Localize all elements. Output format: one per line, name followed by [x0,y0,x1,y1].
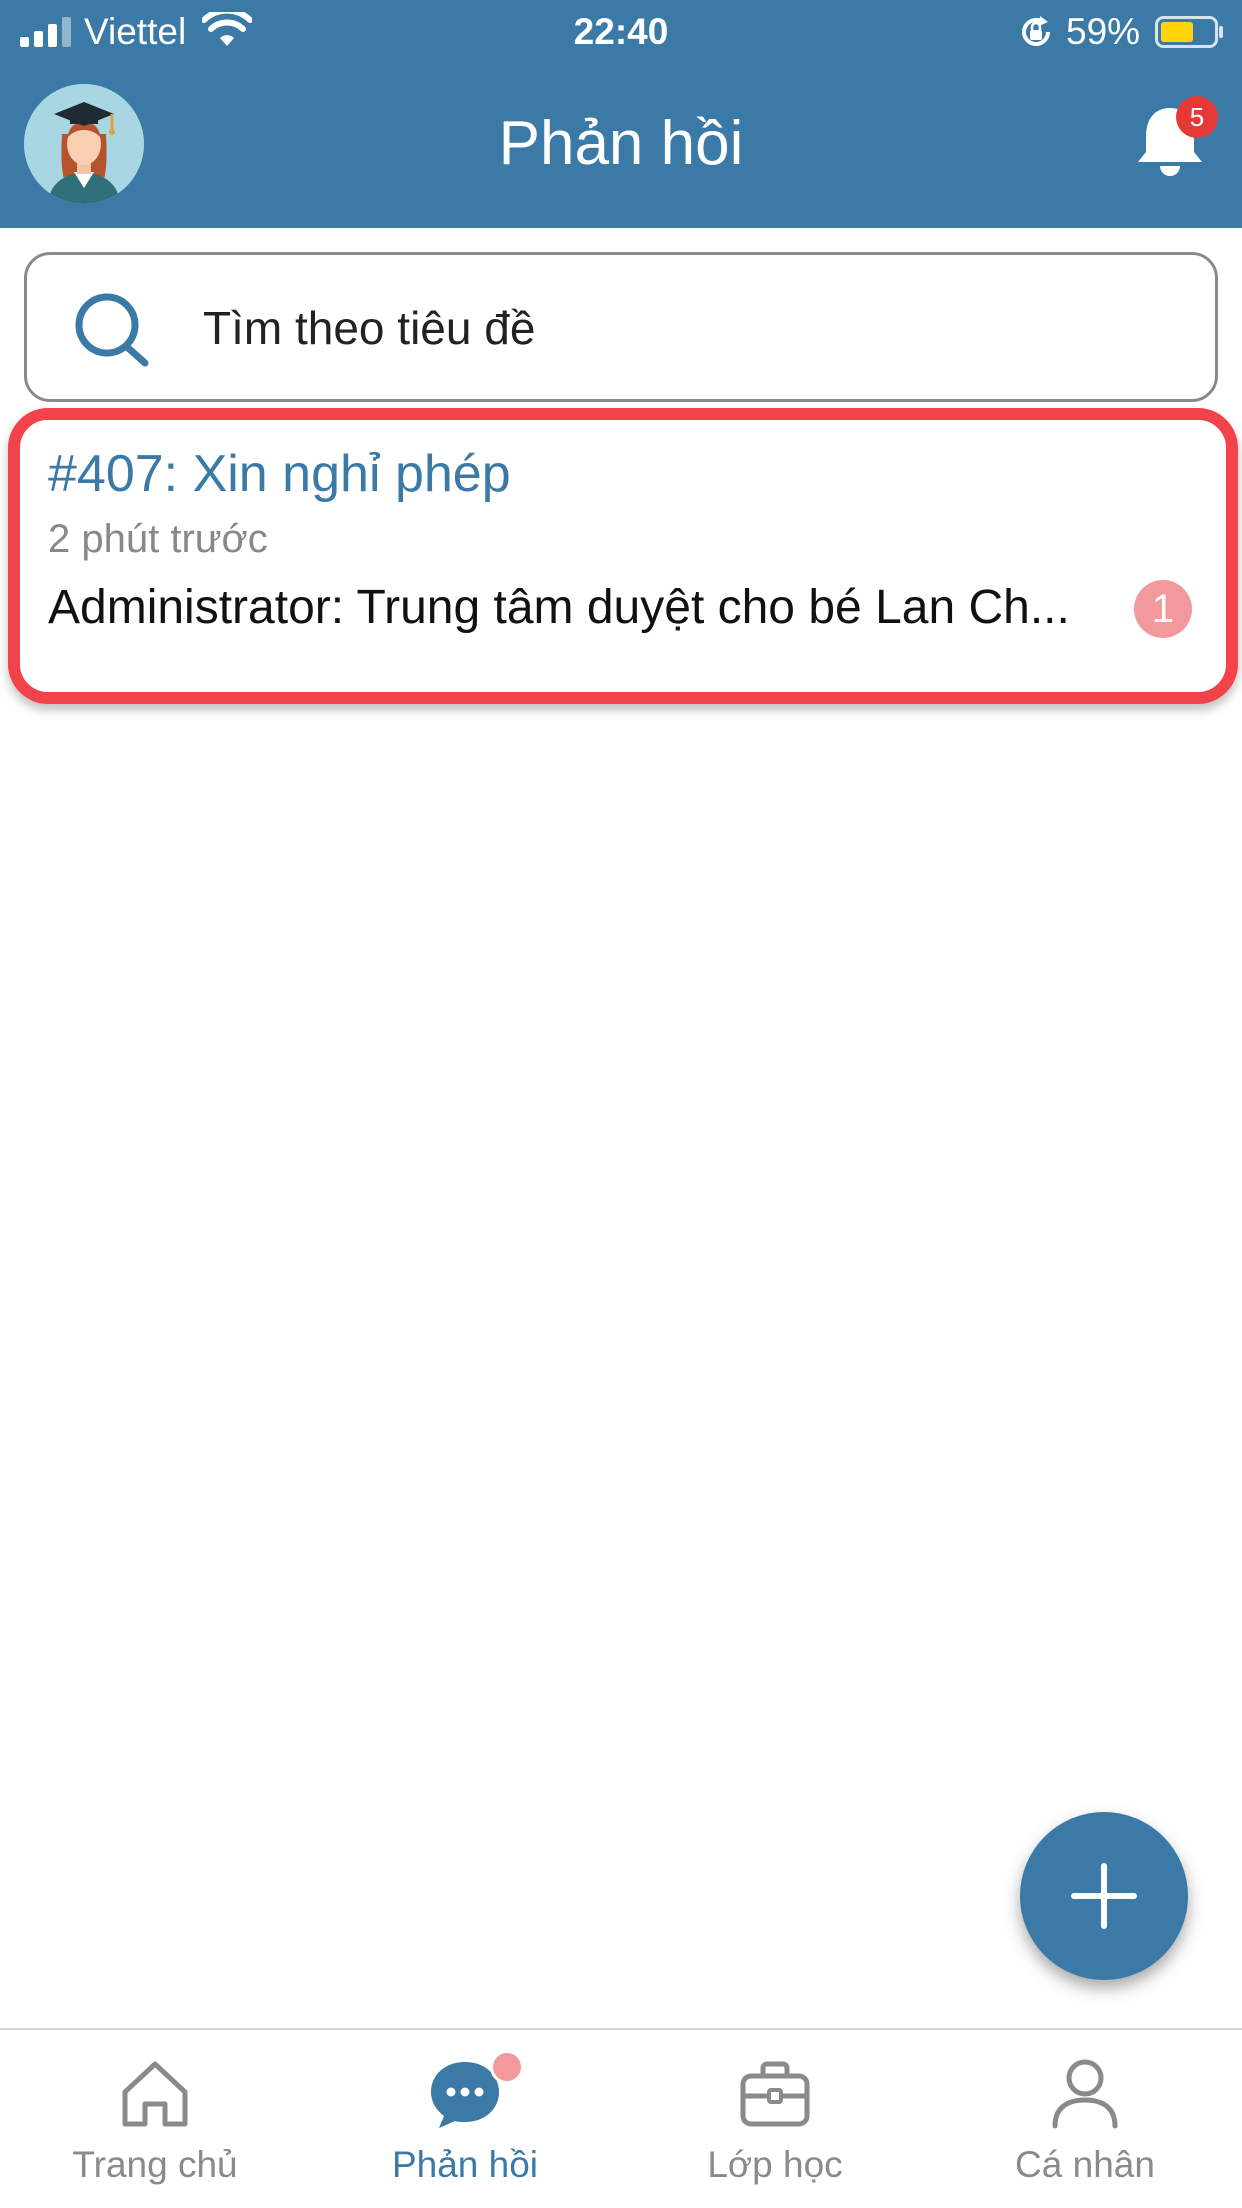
feedback-screen: Viettel 22:40 59% Phản hồi 5 Tìm theo ti… [0,0,1242,2208]
tab-feedback[interactable]: Phản hồi [310,2030,620,2208]
tab-home[interactable]: Trang chủ [0,2030,310,2208]
tab-class-label: Lớp học [707,2144,843,2185]
feedback-list-item[interactable]: #407: Xin nghỉ phép 2 phút trước Adminis… [20,420,1226,692]
battery-icon [1155,16,1223,48]
feedback-title: #407: Xin nghỉ phép [48,445,511,503]
plus-icon [1071,1863,1137,1929]
search-input[interactable] [203,283,1183,373]
tab-class[interactable]: Lớp học [620,2030,930,2208]
app-header: Viettel 22:40 59% Phản hồi 5 [0,0,1242,228]
tab-home-label: Trang chủ [72,2144,238,2185]
tab-feedback-label: Phản hồi [391,2144,539,2185]
nav-bar: Phản hồi 5 [0,64,1242,228]
search-box[interactable] [24,252,1218,402]
tab-profile[interactable]: Cá nhân [930,2030,1240,2208]
unread-count-badge: 1 [1134,580,1192,638]
user-icon [1052,2059,1118,2129]
status-bar: Viettel 22:40 59% [0,0,1242,64]
notification-count-badge: 5 [1176,96,1218,138]
rotation-lock-icon [1022,16,1050,46]
feedback-time: 2 phút trước [48,517,268,561]
tab-profile-label: Cá nhân [1015,2144,1155,2185]
home-icon [122,2061,188,2127]
search-icon [75,293,149,367]
feedback-last-message: Administrator: Trung tâm duyệt cho bé La… [48,581,1070,634]
bottom-tab-bar: Trang chủ Phản hồi Lớp học Cá nhân [0,2028,1242,2208]
status-time: 22:40 [573,11,669,52]
user-avatar[interactable] [24,84,144,204]
battery-percent: 59% [1066,11,1141,52]
briefcase-icon [740,2061,810,2127]
add-feedback-button[interactable] [1020,1812,1188,1980]
teacher-avatar-icon [24,84,144,204]
feedback-unread-dot [490,2050,524,2084]
page-title: Phản hồi [498,109,744,178]
